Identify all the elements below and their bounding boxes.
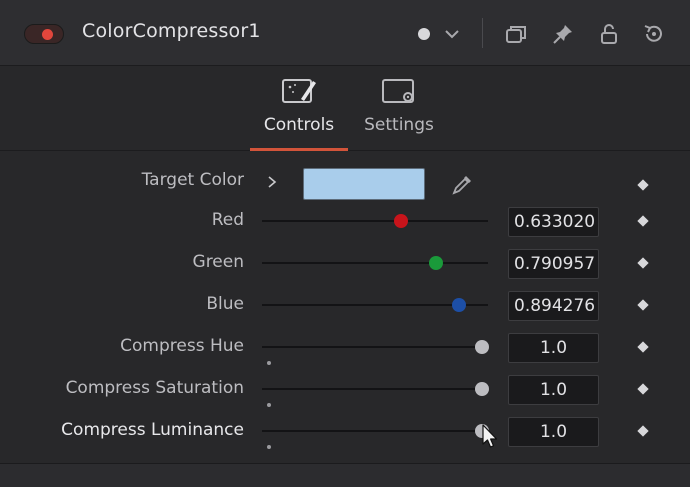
green-label: Green	[192, 252, 244, 272]
compress-saturation-row: Compress Saturation 1.0	[0, 368, 690, 410]
reset-icon[interactable]	[642, 22, 666, 46]
keyframe-diamond-icon[interactable]	[637, 215, 649, 227]
keyframe-diamond-icon[interactable]	[637, 179, 649, 191]
default-value-tick	[267, 403, 271, 407]
compress-hue-slider-knob[interactable]	[475, 340, 489, 354]
blue-slider-knob[interactable]	[451, 298, 466, 312]
settings-tab-icon	[382, 79, 414, 103]
node-header: ColorCompressor1	[0, 0, 690, 66]
inspector-panel: ColorCompressor1 Controls Settings Targe…	[0, 0, 690, 487]
green-value-field[interactable]: 0.790957	[508, 249, 599, 279]
keyframe-diamond-icon[interactable]	[637, 425, 649, 437]
compress-luminance-row: Compress Luminance 1.0	[0, 410, 690, 452]
compress-luminance-slider-track[interactable]	[262, 430, 488, 432]
green-row: Green 0.790957	[0, 242, 690, 284]
compress-saturation-value-field[interactable]: 1.0	[508, 375, 599, 405]
compress-hue-row: Compress Hue 1.0	[0, 326, 690, 368]
window-icon[interactable]	[504, 22, 528, 46]
tab-settings[interactable]: Settings	[360, 67, 438, 151]
keyframe-diamond-icon[interactable]	[637, 299, 649, 311]
panel-footer	[0, 463, 690, 487]
blue-row: Blue 0.894276	[0, 284, 690, 326]
mouse-cursor-icon	[482, 424, 498, 448]
node-title: ColorCompressor1	[82, 20, 261, 42]
default-value-tick	[267, 361, 271, 365]
controls-list: Target Color Red 0.633020 Green 0.790957	[0, 152, 690, 462]
keyframe-diamond-icon[interactable]	[637, 257, 649, 269]
tab-controls-label: Controls	[263, 115, 335, 135]
controls-tab-icon	[282, 79, 316, 103]
red-slider-knob[interactable]	[394, 214, 409, 228]
toggle-switch-icon	[42, 29, 53, 40]
target-color-row: Target Color	[0, 158, 690, 200]
compress-hue-slider-track[interactable]	[262, 346, 488, 348]
blue-label: Blue	[206, 294, 244, 314]
compress-saturation-label: Compress Saturation	[65, 378, 244, 398]
compress-luminance-value-field[interactable]: 1.0	[508, 417, 599, 447]
compress-luminance-label: Compress Luminance	[61, 420, 244, 440]
green-slider-knob[interactable]	[429, 256, 443, 270]
compress-hue-label: Compress Hue	[120, 336, 244, 356]
red-value-field[interactable]: 0.633020	[508, 207, 599, 237]
header-separator	[482, 18, 483, 48]
red-row: Red 0.633020	[0, 200, 690, 242]
keyframe-diamond-icon[interactable]	[637, 383, 649, 395]
node-enable-toggle[interactable]	[24, 24, 64, 44]
red-label: Red	[211, 210, 244, 230]
dot-icon[interactable]	[412, 22, 436, 46]
blue-value-field[interactable]: 0.894276	[508, 291, 599, 321]
target-color-label: Target Color	[141, 170, 244, 190]
tab-controls[interactable]: Controls	[250, 67, 348, 151]
pin-icon[interactable]	[551, 22, 575, 46]
default-value-tick	[267, 445, 271, 449]
lock-icon[interactable]	[597, 22, 621, 46]
compress-saturation-slider-track[interactable]	[262, 388, 488, 390]
chevron-down-icon[interactable]	[440, 22, 464, 46]
inspector-tabs: Controls Settings	[0, 67, 690, 151]
red-slider-track[interactable]	[262, 220, 488, 222]
chevron-right-icon[interactable]	[266, 175, 278, 189]
tab-settings-label: Settings	[364, 115, 434, 135]
eyedropper-icon[interactable]	[451, 172, 475, 196]
green-slider-track[interactable]	[262, 262, 488, 264]
target-color-swatch[interactable]	[303, 168, 425, 200]
active-tab-indicator	[250, 148, 348, 151]
compress-hue-value-field[interactable]: 1.0	[508, 333, 599, 363]
keyframe-diamond-icon[interactable]	[637, 341, 649, 353]
compress-saturation-slider-knob[interactable]	[475, 382, 489, 396]
